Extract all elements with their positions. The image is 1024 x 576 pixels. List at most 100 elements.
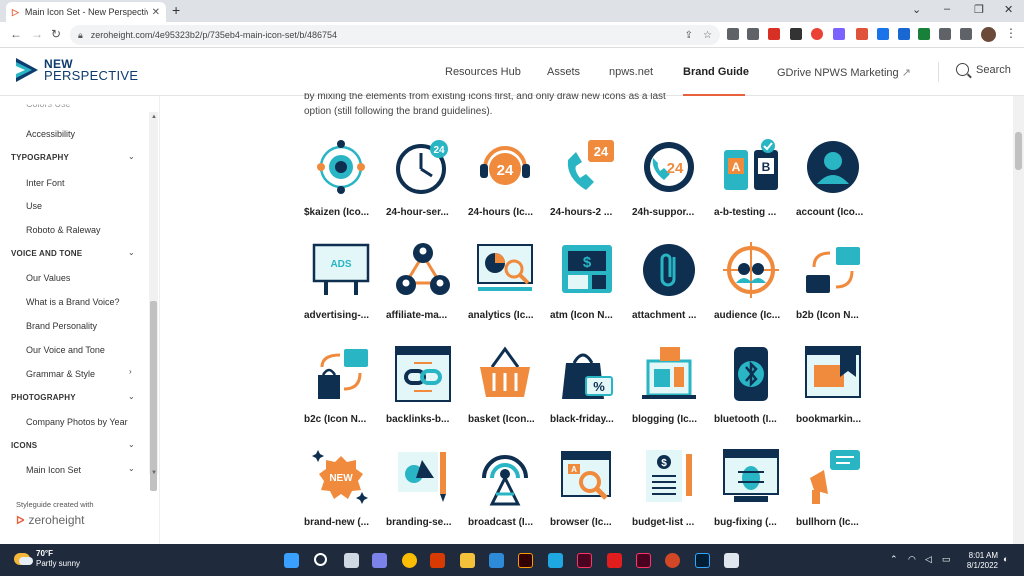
volume-icon[interactable]: ◁ <box>925 554 932 565</box>
side-panel-icon[interactable] <box>960 28 972 40</box>
sidebar-item-our-values[interactable]: Our Values <box>26 273 70 283</box>
chevron-down-icon[interactable]: ⌄ <box>912 3 921 16</box>
icon-card-b2c[interactable]: b2c (Icon N... <box>304 345 380 433</box>
sidebar-item-use[interactable]: Use <box>26 201 42 211</box>
file-explorer-icon[interactable] <box>460 553 475 568</box>
icon-card-kaizen[interactable]: $kaizen (Ico... <box>304 138 380 226</box>
search-button[interactable]: Search <box>956 63 1011 76</box>
formula-extension-icon[interactable] <box>790 28 802 40</box>
sidebar-item-main-icon-set[interactable]: Main Icon Set <box>26 465 81 475</box>
icon-card-bug-fixing[interactable]: bug-fixing (... <box>714 448 790 536</box>
icon-card-budget-list[interactable]: $ budget-list ... <box>632 448 708 536</box>
chevron-right-icon[interactable]: › <box>129 367 132 376</box>
nav-assets[interactable]: Assets <box>547 66 580 78</box>
battery-icon[interactable]: ▭ <box>942 554 951 565</box>
app-generic-icon[interactable] <box>724 553 739 568</box>
gear-extension-icon[interactable] <box>833 28 845 40</box>
sidebar-item-inter-font[interactable]: Inter Font <box>26 178 65 188</box>
acrobat-icon[interactable] <box>607 553 622 568</box>
address-bar[interactable]: 🔒︎ zeroheight.com/4e95323b2/p/735eb4-mai… <box>70 25 720 45</box>
back-icon[interactable]: ← <box>10 27 22 41</box>
camera-extension-icon[interactable] <box>727 28 739 40</box>
icon-card-blogging[interactable]: blogging (Ic... <box>632 345 708 433</box>
puzzle-extensions-icon[interactable] <box>939 28 951 40</box>
icon-card-attachment[interactable]: attachment ... <box>632 241 708 329</box>
extension-pink-icon[interactable] <box>856 28 868 40</box>
nav-resources-hub[interactable]: Resources Hub <box>445 66 521 78</box>
icon-card-broadcast[interactable]: broadcast (I... <box>468 448 544 536</box>
new-tab-icon[interactable]: + <box>172 2 180 18</box>
icon-card-bullhorn[interactable]: bullhorn (Ic... <box>796 448 872 536</box>
photoshop-icon[interactable] <box>695 553 710 568</box>
icon-card-account[interactable]: account (Ico... <box>796 138 872 226</box>
indesign-icon[interactable] <box>577 553 592 568</box>
sidebar-item-accessibility[interactable]: Accessibility <box>26 129 75 139</box>
sidebar-item-voice-and-tone[interactable]: Our Voice and Tone <box>26 345 105 355</box>
teams-chat-icon[interactable] <box>372 553 387 568</box>
tray-chevron-icon[interactable]: ⌃ <box>890 554 898 565</box>
sidebar-scrollbar-thumb[interactable] <box>150 301 157 491</box>
extension-video-icon[interactable] <box>898 28 910 40</box>
icon-card-basket[interactable]: basket (Icon... <box>468 345 544 433</box>
close-tab-icon[interactable]: ✕ <box>152 7 160 18</box>
gmail-extension-icon[interactable] <box>747 28 759 40</box>
icon-card-atm[interactable]: $ atm (Icon N... <box>550 241 626 329</box>
share-icon[interactable]: ⇪ <box>685 30 693 41</box>
sidebar-section-photography[interactable]: PHOTOGRAPHY <box>11 393 76 402</box>
notifications-icon[interactable]: ◐ <box>1003 554 1008 564</box>
sidebar-item-roboto-raleway[interactable]: Roboto & Raleway <box>26 225 101 235</box>
sidebar-item-colors-use[interactable]: Colors Use <box>26 105 71 110</box>
icon-card-24h-support[interactable]: 24 24h-suppor... <box>632 138 708 226</box>
icon-card-advertising[interactable]: ADS advertising-... <box>304 241 380 329</box>
more-menu-icon[interactable]: ⋮ <box>1005 26 1017 40</box>
extension-blue-icon[interactable] <box>877 28 889 40</box>
chevron-down-icon[interactable]: ⌄ <box>128 152 135 161</box>
icon-card-bookmarking[interactable]: bookmarkin... <box>796 345 872 433</box>
sidebar-item-grammar-style[interactable]: Grammar & Style <box>26 369 95 379</box>
task-view-icon[interactable] <box>344 553 359 568</box>
chrome-icon[interactable] <box>402 553 417 568</box>
reload-icon[interactable]: ↻ <box>51 27 61 41</box>
indesign-2-icon[interactable] <box>636 553 651 568</box>
photos-icon[interactable] <box>489 553 504 568</box>
icon-card-affiliate-marketing[interactable]: affiliate-ma... <box>386 241 462 329</box>
illustrator-icon[interactable] <box>518 553 533 568</box>
windows-start-icon[interactable] <box>284 553 299 568</box>
icon-card-b2b[interactable]: b2b (Icon N... <box>796 241 872 329</box>
brand-name[interactable]: NEW PERSPECTIVE <box>44 58 138 82</box>
office-icon[interactable] <box>430 553 445 568</box>
taskbar-search-icon[interactable] <box>314 553 327 566</box>
profile-avatar[interactable] <box>981 27 996 42</box>
scroll-up-arrow-icon[interactable]: ▲ <box>151 114 157 120</box>
icon-card-branding-services[interactable]: branding-se... <box>386 448 462 536</box>
new-perspective-logo-icon[interactable] <box>14 56 40 84</box>
nav-brand-guide[interactable]: Brand Guide <box>683 66 749 78</box>
nav-npws-net[interactable]: npws.net <box>609 66 653 78</box>
wifi-icon[interactable]: ◠ <box>908 554 916 565</box>
icon-card-audience[interactable]: audience (Ic... <box>714 241 790 329</box>
bookmark-star-icon[interactable]: ☆ <box>703 30 712 41</box>
icon-card-24-hours[interactable]: 24 24-hours (Ic... <box>468 138 544 226</box>
scroll-down-arrow-icon[interactable]: ▼ <box>151 470 157 476</box>
minimize-icon[interactable]: – <box>944 3 950 15</box>
notepad-icon[interactable] <box>548 553 563 568</box>
lock-icon[interactable]: 🔒︎ <box>78 30 83 41</box>
icon-card-backlinks[interactable]: backlinks-b... <box>386 345 462 433</box>
chevron-down-icon[interactable]: ⌄ <box>128 440 135 449</box>
sidebar-section-voice-and-tone[interactable]: VOICE AND TONE <box>11 249 82 258</box>
icon-card-a-b-testing[interactable]: A B a-b-testing ... <box>714 138 790 226</box>
weather-widget[interactable]: 70°F Partly sunny <box>14 549 80 569</box>
icon-card-24-hours-2[interactable]: 24 24-hours-2 ... <box>550 138 626 226</box>
sidebar-item-brand-personality[interactable]: Brand Personality <box>26 321 97 331</box>
powerpoint-icon[interactable] <box>665 553 680 568</box>
icon-card-browser[interactable]: A browser (Ic... <box>550 448 626 536</box>
icon-card-analytics[interactable]: analytics (Ic... <box>468 241 544 329</box>
chevron-down-icon[interactable]: ⌄ <box>128 464 135 473</box>
close-window-icon[interactable]: ✕ <box>1004 3 1013 16</box>
color-extension-icon[interactable] <box>811 28 823 40</box>
sidebar-section-icons[interactable]: ICONS <box>11 441 37 450</box>
chevron-down-icon[interactable]: ⌄ <box>128 392 135 401</box>
sidebar-item-brand-voice[interactable]: What is a Brand Voice? <box>26 297 120 307</box>
icon-card-bluetooth[interactable]: bluetooth (I... <box>714 345 790 433</box>
nav-gdrive-npws-marketing[interactable]: GDrive NPWS Marketing ↗ <box>777 66 911 79</box>
